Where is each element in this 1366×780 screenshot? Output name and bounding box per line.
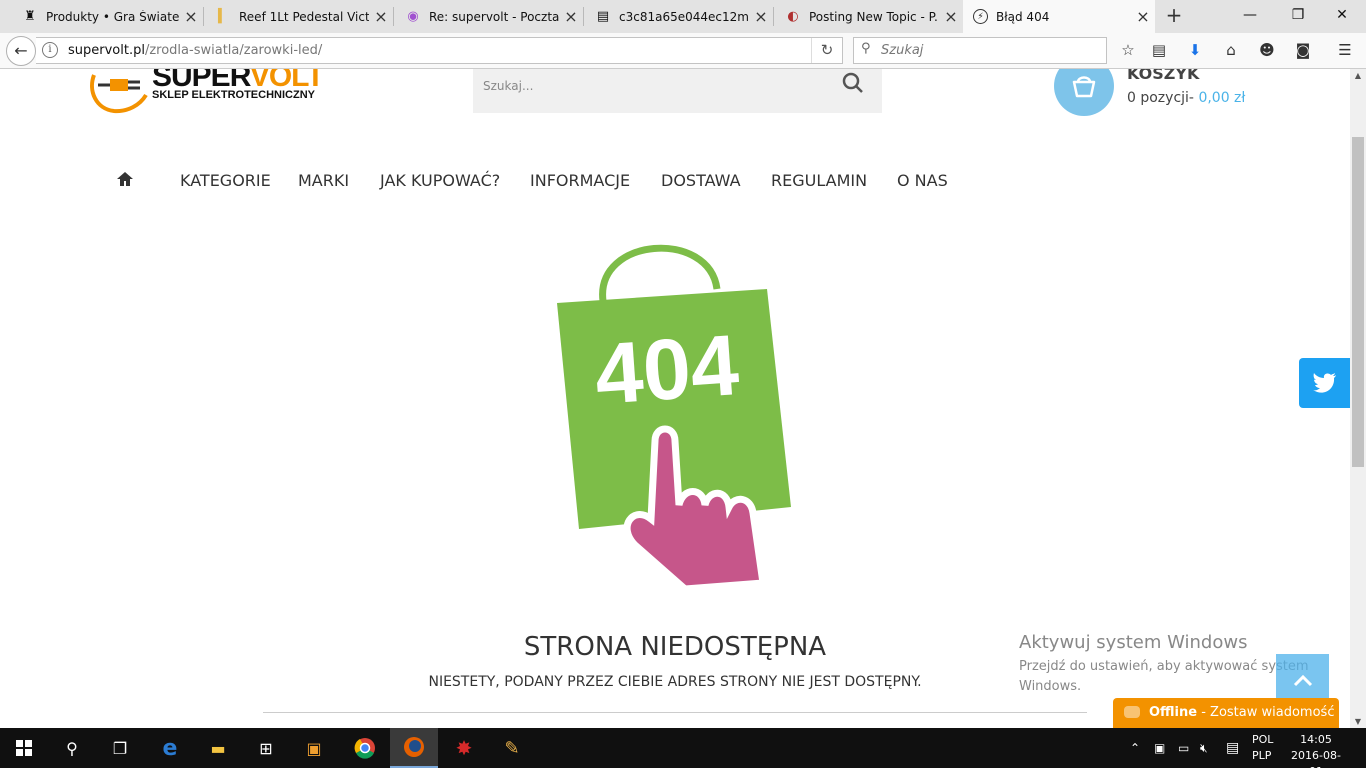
scrollbar-thumb[interactable] <box>1352 137 1364 467</box>
show-hidden-icons[interactable]: ⌃ <box>1130 728 1140 768</box>
scroll-down-arrow[interactable]: ▼ <box>1350 717 1366 726</box>
site-logo[interactable]: SUPERVOLT SKLEP ELEKTROTECHNICZNY <box>88 69 328 117</box>
battery-icon[interactable]: ▭ <box>1178 728 1189 768</box>
chevron-up-icon <box>1293 674 1312 686</box>
file-explorer-icon[interactable]: ▬ <box>194 728 242 768</box>
cart-title[interactable]: KOSZYK <box>1127 69 1199 83</box>
cart-summary[interactable]: 0 pozycji- 0,00 zł <box>1127 90 1245 106</box>
error-404-illustration: 404 <box>557 244 791 589</box>
search-icon[interactable] <box>842 72 864 94</box>
logo-subtitle: SKLEP ELEKTROTECHNICZNY <box>152 89 315 101</box>
browser-tab[interactable]: ◐ Posting New Topic - P... × <box>763 0 963 33</box>
person-icon: ♜ <box>24 9 36 24</box>
shop-search-input[interactable]: Szukaj... <box>473 69 882 113</box>
home-icon[interactable] <box>115 169 135 189</box>
system-clock[interactable]: 14:05 2016-08-01 <box>1286 732 1346 780</box>
browser-nav-bar: ← i supervolt.pl/zrodla-swiatla/zarowki-… <box>0 33 1366 69</box>
store-icon[interactable]: ⊞ <box>242 728 290 768</box>
menu-icon[interactable]: ☰ <box>1334 39 1356 61</box>
beer-icon: ▍ <box>218 9 228 24</box>
volume-icon[interactable]: 🔇︎ <box>1200 728 1208 768</box>
nav-item-brands[interactable]: MARKI <box>298 171 349 190</box>
language-indicator[interactable]: POL PLP <box>1252 732 1273 764</box>
info-icon[interactable]: i <box>42 42 58 58</box>
bolt-icon: ⚡ <box>973 9 988 24</box>
restore-icon[interactable]: ❐ <box>1274 0 1322 30</box>
network-icon[interactable]: ▣ <box>1154 728 1165 768</box>
reload-icon[interactable]: ↻ <box>811 38 842 63</box>
pocket-icon[interactable]: ◙ <box>1292 39 1314 61</box>
address-bar[interactable]: i supervolt.pl/zrodla-swiatla/zarowki-le… <box>36 37 843 64</box>
scroll-up-arrow[interactable]: ▲ <box>1350 71 1366 80</box>
close-tab-icon[interactable]: × <box>1131 7 1155 26</box>
minimize-icon[interactable]: — <box>1226 0 1274 30</box>
twitter-icon <box>1312 373 1336 393</box>
start-button[interactable] <box>0 728 48 768</box>
search-icon: ⚲ <box>861 41 871 56</box>
nav-item-how-to-buy[interactable]: JAK KUPOWAĆ? <box>380 171 500 190</box>
nav-item-information[interactable]: INFORMACJE <box>530 171 630 190</box>
chat-bubble-icon <box>1124 706 1140 718</box>
media-player-icon[interactable]: ▣ <box>290 728 338 768</box>
hello-icon[interactable]: ☻ <box>1256 39 1278 61</box>
windows-activation-watermark: Aktywuj system Windows Przejdź do ustawi… <box>1019 632 1309 694</box>
url-domain: supervolt.pl <box>68 43 145 58</box>
bookmark-star-icon[interactable]: ☆ <box>1117 39 1139 61</box>
windows-taskbar: ⚲ ❐ e ▬ ⊞ ▣ ✸ ✎ ⌃ ▣ ▭ 🔇︎ ▤ POL PLP 14:05 2… <box>0 728 1366 778</box>
task-view-icon[interactable]: ❐ <box>96 728 144 768</box>
error-code-text: 404 <box>592 317 742 423</box>
plug-logo-icon <box>90 74 148 114</box>
search-icon[interactable]: ⚲ <box>48 728 96 768</box>
basket-icon <box>1072 76 1096 98</box>
firefox-icon[interactable] <box>390 728 438 768</box>
browser-search-input[interactable]: ⚲ Szukaj <box>853 37 1107 64</box>
home-icon[interactable]: ⌂ <box>1220 39 1242 61</box>
cart-button[interactable] <box>1054 69 1114 116</box>
twitter-button[interactable] <box>1299 358 1350 408</box>
paint-icon[interactable]: ✎ <box>488 728 536 768</box>
nav-item-categories[interactable]: KATEGORIE <box>180 171 271 190</box>
mail-icon: ◉ <box>407 9 419 24</box>
page-content: SUPERVOLT SKLEP ELEKTROTECHNICZNY Szukaj… <box>0 69 1350 728</box>
main-navigation: KATEGORIE MARKI JAK KUPOWAĆ? INFORMACJE … <box>0 169 1350 193</box>
close-window-icon[interactable]: ✕ <box>1318 0 1366 30</box>
download-icon[interactable]: ⬇ <box>1184 39 1206 61</box>
app-icon[interactable]: ✸ <box>440 728 488 768</box>
browser-tab-bar: ♜ Produkty • Gra Świateł × ▍ Reef 1Lt Pe… <box>0 0 1366 33</box>
page-scrollbar[interactable]: ▲ ▼ <box>1350 69 1366 728</box>
browser-tab[interactable]: ▤ c3c81a65e044ec12me... × <box>573 0 773 33</box>
browser-tab[interactable]: ▍ Reef 1Lt Pedestal Victo... × <box>193 0 393 33</box>
reading-list-icon[interactable]: ▤ <box>1148 39 1170 61</box>
browser-tab[interactable]: ◉ Re: supervolt - Poczta ... × <box>383 0 583 33</box>
edge-icon[interactable]: e <box>146 728 194 768</box>
chat-widget[interactable]: Offline - Zostaw wiadomość <box>1113 698 1339 728</box>
chrome-icon[interactable] <box>341 728 389 768</box>
divider <box>263 712 1087 713</box>
nav-item-delivery[interactable]: DOSTAWA <box>661 171 741 190</box>
new-tab-icon[interactable]: + <box>1160 3 1188 27</box>
notifications-icon[interactable]: ▤ <box>1226 728 1239 768</box>
chat-action: - Zostaw wiadomość <box>1197 705 1335 720</box>
browser-tab[interactable]: ♜ Produkty • Gra Świateł × <box>0 0 203 33</box>
nav-item-about[interactable]: O NAS <box>897 171 948 190</box>
nav-item-terms[interactable]: REGULAMIN <box>771 171 867 190</box>
image-icon: ▤ <box>596 9 610 24</box>
close-tab-icon[interactable]: × <box>939 7 963 26</box>
forum-icon: ◐ <box>787 9 799 24</box>
back-button[interactable]: ← <box>6 36 36 66</box>
chat-status: Offline <box>1149 705 1198 720</box>
browser-tab-active[interactable]: ⚡ Błąd 404 × <box>963 0 1155 33</box>
windows-logo-icon <box>16 740 32 756</box>
cart-price: 0,00 zł <box>1198 90 1246 106</box>
url-path: /zrodla-swiatla/zarowki-led/ <box>144 43 323 58</box>
